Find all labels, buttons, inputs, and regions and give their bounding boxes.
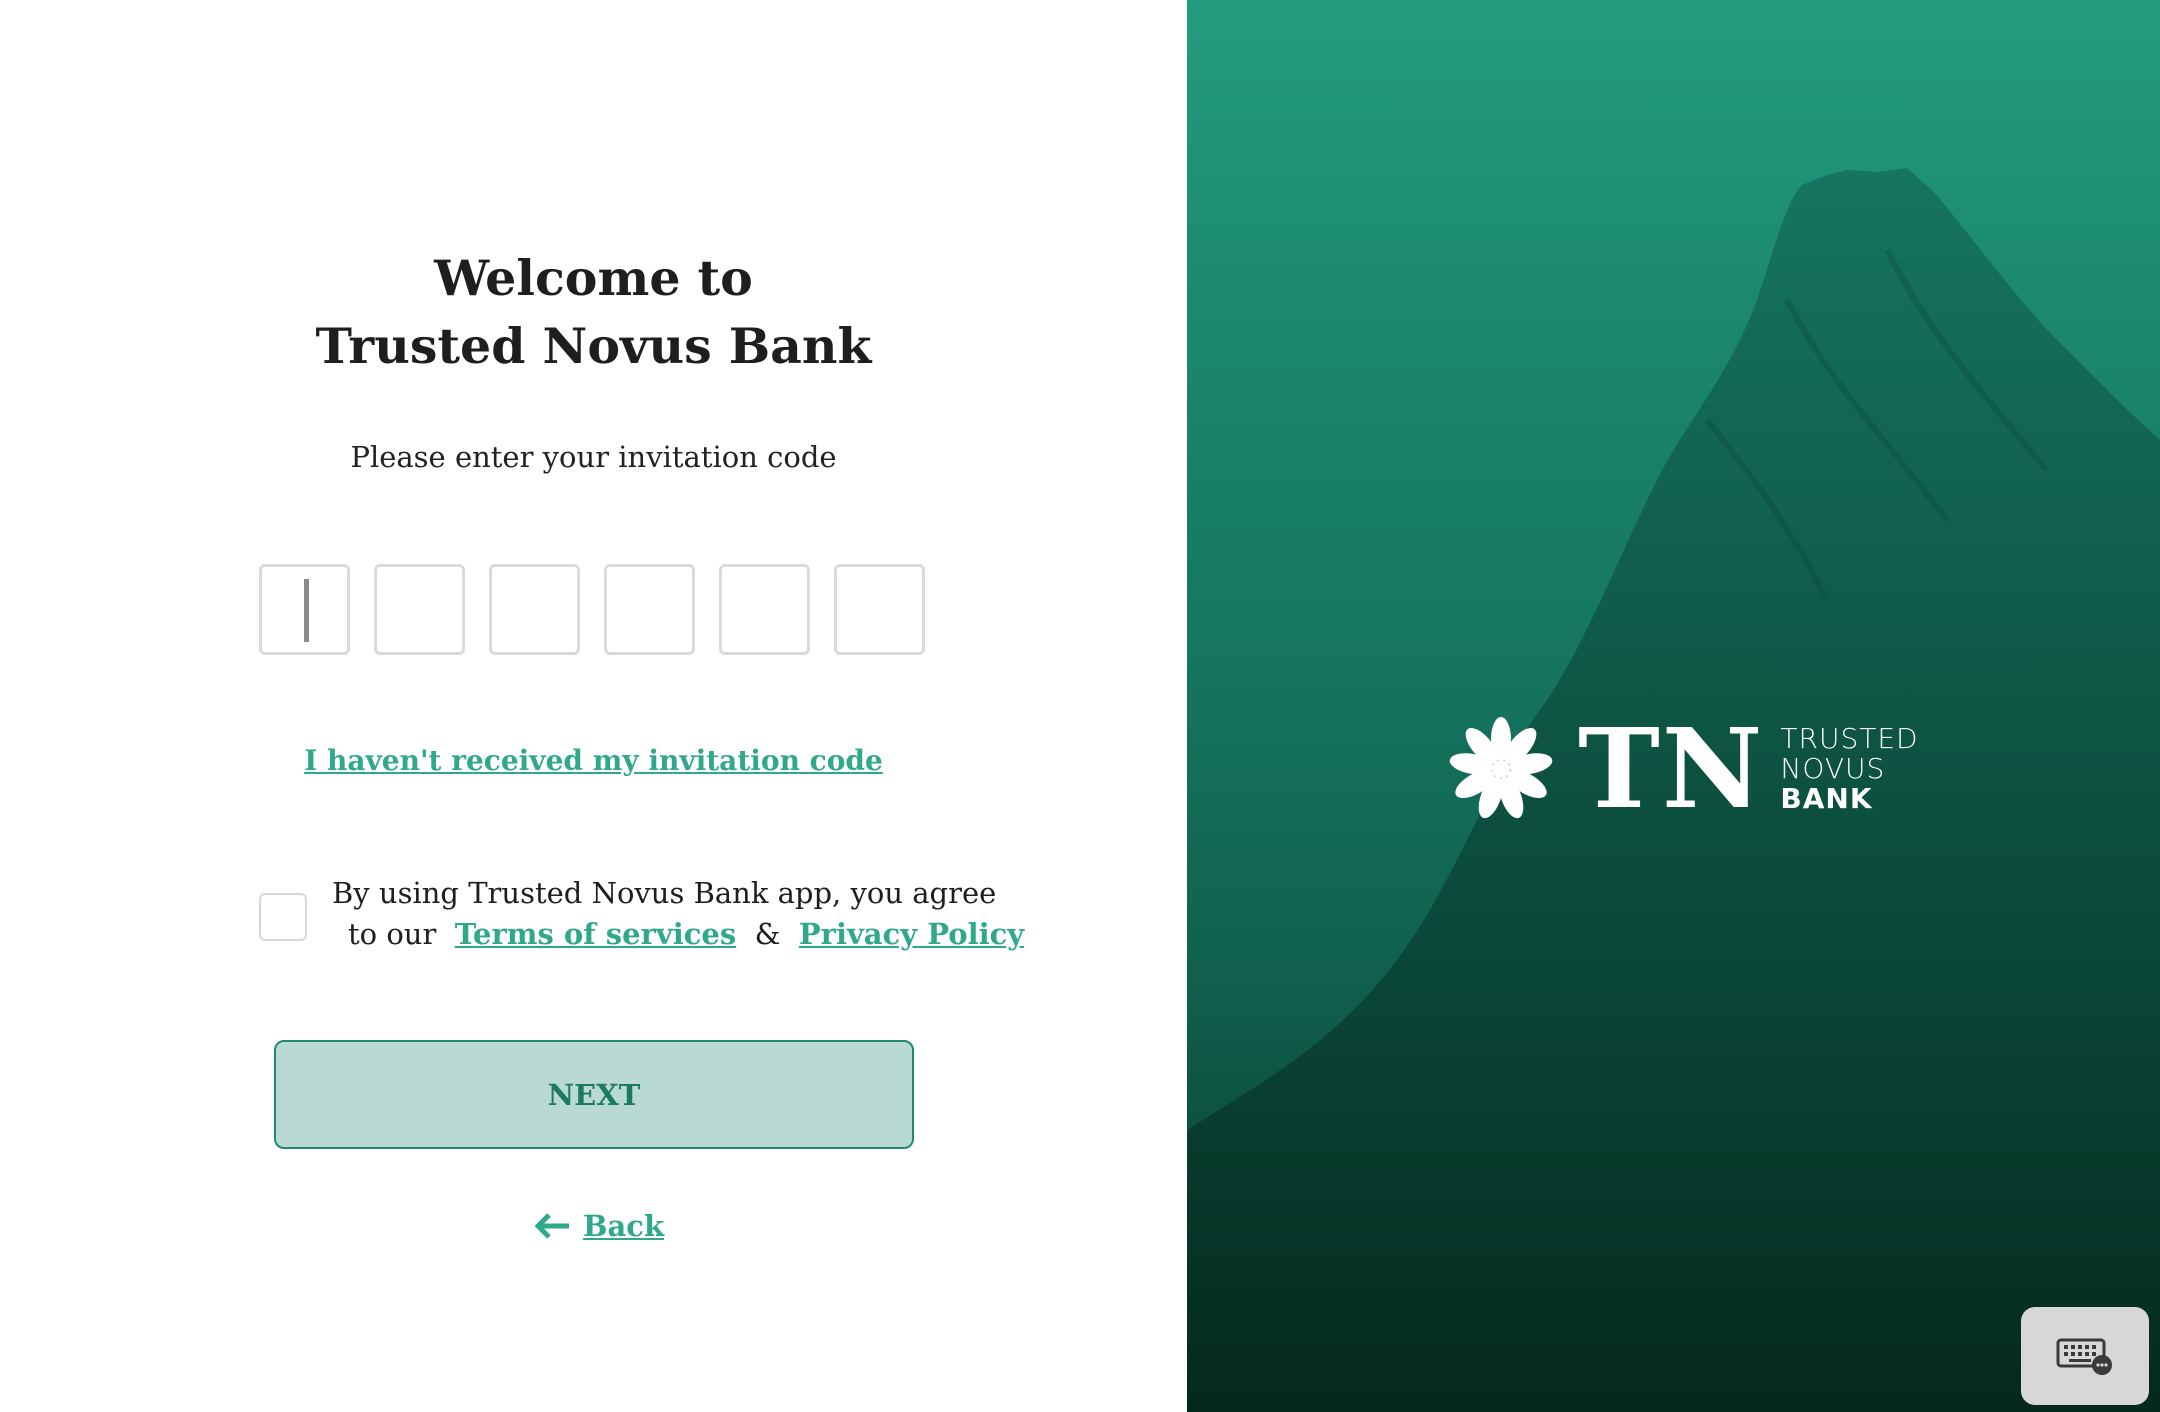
agreement-text-line2: to our Terms of services & Privacy Polic…: [348, 917, 1024, 951]
code-digit-4[interactable]: [604, 564, 695, 655]
keyboard-icon: [2056, 1338, 2112, 1375]
brand-wordmark: TRUSTED NOVUS BANK: [1780, 724, 1918, 814]
brand-word-trusted: TRUSTED: [1780, 722, 1919, 755]
page-title-line1: Welcome to: [434, 249, 753, 307]
keyboard-toggle-button[interactable]: [2021, 1307, 2149, 1405]
instruction-text: Please enter your invitation code: [350, 440, 837, 474]
back-link[interactable]: Back: [535, 1209, 664, 1243]
next-button[interactable]: NEXT: [274, 1040, 914, 1149]
code-digit-6[interactable]: [834, 564, 925, 655]
code-digit-2[interactable]: [374, 564, 465, 655]
terms-of-services-link[interactable]: Terms of services: [455, 917, 736, 951]
code-digit-1[interactable]: [259, 564, 350, 655]
brand-logo: TN TRUSTED NOVUS BANK: [1448, 704, 1919, 833]
agreement-ampersand: &: [754, 917, 781, 951]
code-digit-5[interactable]: [719, 564, 810, 655]
code-digit-3[interactable]: [489, 564, 580, 655]
page-title-line2: Trusted Novus Bank: [315, 317, 872, 375]
back-label: Back: [583, 1209, 665, 1243]
flower-icon: [1449, 717, 1553, 819]
brand-word-bank: BANK: [1780, 782, 1873, 815]
brand-word-novus: NOVUS: [1780, 752, 1886, 785]
agreement-prefix: to our: [348, 917, 437, 951]
terms-checkbox[interactable]: [259, 893, 307, 941]
text-caret: [304, 579, 309, 642]
no-invitation-code-link[interactable]: I haven't received my invitation code: [0, 744, 1187, 777]
login-panel: Welcome to Trusted Novus Bank Please ent…: [0, 0, 1187, 1412]
privacy-policy-link[interactable]: Privacy Policy: [799, 917, 1024, 951]
arrow-left-icon: [535, 1213, 569, 1239]
brand-monogram: TN: [1578, 704, 1765, 833]
agreement-text-line1: By using Trusted Novus Bank app, you agr…: [332, 876, 997, 910]
